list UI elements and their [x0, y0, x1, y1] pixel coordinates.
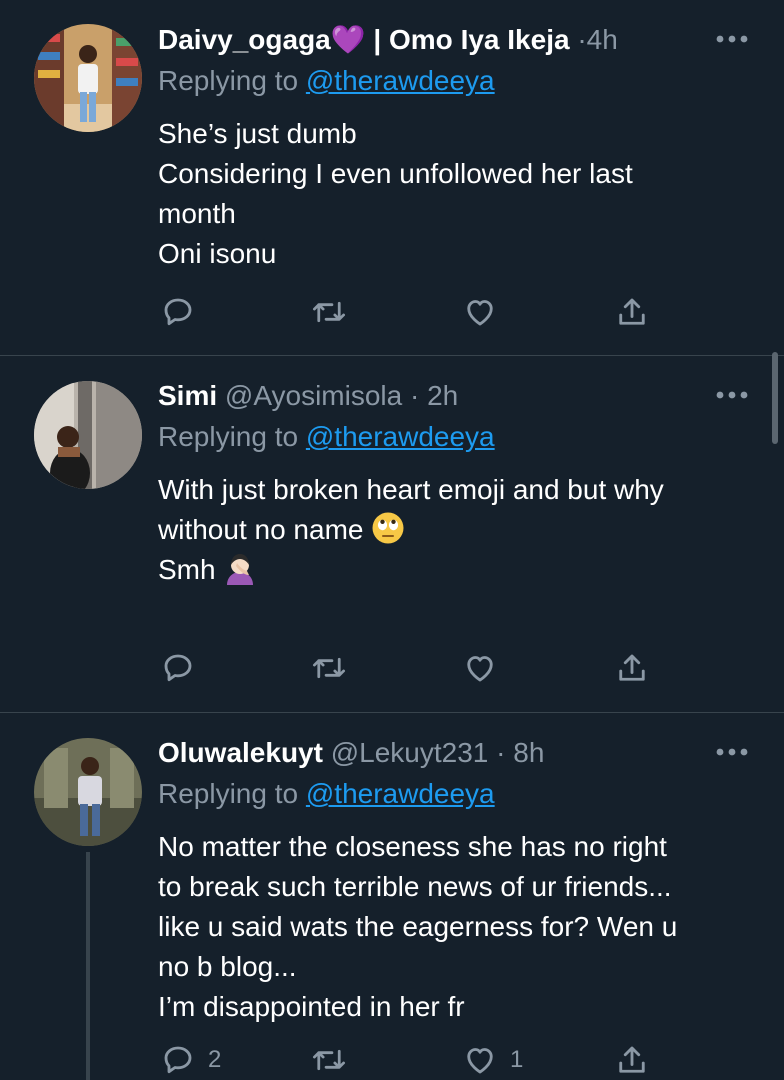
- tweet-text-line: No matter the closeness she has no right: [158, 831, 667, 862]
- share-icon: [619, 654, 645, 681]
- like-count: 1: [510, 1046, 524, 1073]
- replying-to-handle-link[interactable]: @therawdeeya: [306, 421, 495, 452]
- tweet-text-segment: Smh: [158, 554, 216, 585]
- like-icon: [467, 300, 493, 326]
- like-button[interactable]: [462, 648, 510, 688]
- timestamp[interactable]: 2h: [427, 380, 458, 411]
- replying-to-handle-link[interactable]: @therawdeeya: [306, 778, 495, 809]
- tweet-text: With just broken heart emoji and but why…: [158, 470, 768, 590]
- tweet-text-line: month: [158, 198, 236, 229]
- like-button[interactable]: 1: [462, 1040, 523, 1080]
- reply-icon: [164, 654, 192, 682]
- share-button[interactable]: [614, 648, 650, 688]
- scrollbar-thumb[interactable]: [772, 352, 778, 444]
- share-icon: [619, 298, 645, 325]
- tweet-text-line: Oni isonu: [158, 238, 277, 269]
- tweet-text-line: She’s just dumb: [158, 118, 357, 149]
- tweet-text: She’s just dumb Considering I even unfol…: [158, 114, 768, 274]
- replying-to-label: Replying to: [158, 778, 306, 809]
- replying-to-handle-link[interactable]: @therawdeeya: [306, 65, 495, 96]
- tweet-daivy[interactable]: Daivy_ogaga💜 | Omo Iya Ikeja ·4h Replyin…: [0, 0, 784, 355]
- tweet-text-segment: without no name: [158, 514, 364, 545]
- tweet-text-line: With just broken heart emoji and but why: [158, 470, 768, 510]
- replying-to-label: Replying to: [158, 421, 306, 452]
- tweet-header: Oluwalekuyt @Lekuyt231 · 8h: [158, 733, 694, 773]
- share-icon: [619, 1046, 645, 1073]
- tweet-text-line: to break such terrible news of ur friend…: [158, 871, 672, 902]
- retweet-button[interactable]: [310, 292, 360, 332]
- more-horizontal-icon[interactable]: [712, 24, 752, 54]
- tweet-text: No matter the closeness she has no right…: [158, 827, 768, 1027]
- reply-button[interactable]: 2: [160, 1040, 221, 1080]
- timestamp[interactable]: 8h: [513, 737, 544, 768]
- tweet-text-line: Smh: [158, 550, 768, 590]
- retweet-icon: [312, 301, 346, 323]
- tweet-text-line: no b blog...: [158, 951, 297, 982]
- separator-dot: ·: [496, 737, 506, 768]
- like-icon: [467, 1048, 493, 1074]
- retweet-button[interactable]: [310, 648, 360, 688]
- retweet-icon: [312, 1049, 346, 1071]
- reply-icon: [164, 298, 192, 326]
- tweet-header: Daivy_ogaga💜 | Omo Iya Ikeja ·4h: [158, 20, 694, 60]
- share-button[interactable]: [614, 1040, 650, 1080]
- replying-to: Replying to @therawdeeya: [158, 61, 495, 101]
- tweet-text-line: like u said wats the eagerness for? Wen …: [158, 911, 678, 942]
- display-name-suffix: 💜 | Omo Iya Ikeja: [330, 24, 570, 55]
- reply-button[interactable]: [160, 292, 208, 332]
- avatar[interactable]: [34, 738, 142, 846]
- display-name[interactable]: Simi: [158, 380, 217, 411]
- woman-facepalming-emoji: [227, 554, 254, 585]
- replying-to: Replying to @therawdeeya: [158, 417, 495, 457]
- separator-dot: ·: [577, 24, 587, 55]
- share-button[interactable]: [614, 292, 650, 332]
- tweet-text-segment: With just broken heart emoji and but why: [158, 474, 664, 505]
- more-horizontal-icon[interactable]: [712, 737, 752, 767]
- replying-to-label: Replying to: [158, 65, 306, 96]
- replying-to: Replying to @therawdeeya: [158, 774, 495, 814]
- avatar[interactable]: [34, 24, 142, 132]
- reply-count: 2: [208, 1046, 222, 1073]
- more-horizontal-icon[interactable]: [712, 380, 752, 410]
- display-name[interactable]: Daivy_ogaga: [158, 24, 331, 55]
- separator-dot: ·: [410, 380, 420, 411]
- like-button[interactable]: [462, 292, 510, 332]
- like-icon: [467, 656, 493, 682]
- avatar[interactable]: [34, 381, 142, 489]
- reply-button[interactable]: [160, 648, 208, 688]
- thread-connector-line: [86, 852, 90, 1080]
- display-name[interactable]: Oluwalekuyt: [158, 737, 323, 768]
- tweet-header: Simi @Ayosimisola · 2h: [158, 376, 694, 416]
- retweet-icon: [312, 657, 346, 679]
- reply-icon: [164, 1046, 192, 1074]
- face-with-rolling-eyes-emoji: [372, 512, 404, 544]
- tweet-text-line: I’m disappointed in her fr: [158, 991, 465, 1022]
- tweet-simi[interactable]: Simi @Ayosimisola · 2h Replying to @ther…: [0, 356, 784, 712]
- tweet-text-line: Considering I even unfollowed her last: [158, 158, 633, 189]
- handle[interactable]: @Lekuyt231: [331, 737, 489, 768]
- tweet-oluwalekuyt[interactable]: Oluwalekuyt @Lekuyt231 · 8h Replying to …: [0, 713, 784, 1080]
- tweet-text-line: without no name: [158, 510, 768, 550]
- timestamp[interactable]: 4h: [587, 24, 618, 55]
- handle[interactable]: @Ayosimisola: [225, 380, 402, 411]
- retweet-button[interactable]: [310, 1040, 360, 1080]
